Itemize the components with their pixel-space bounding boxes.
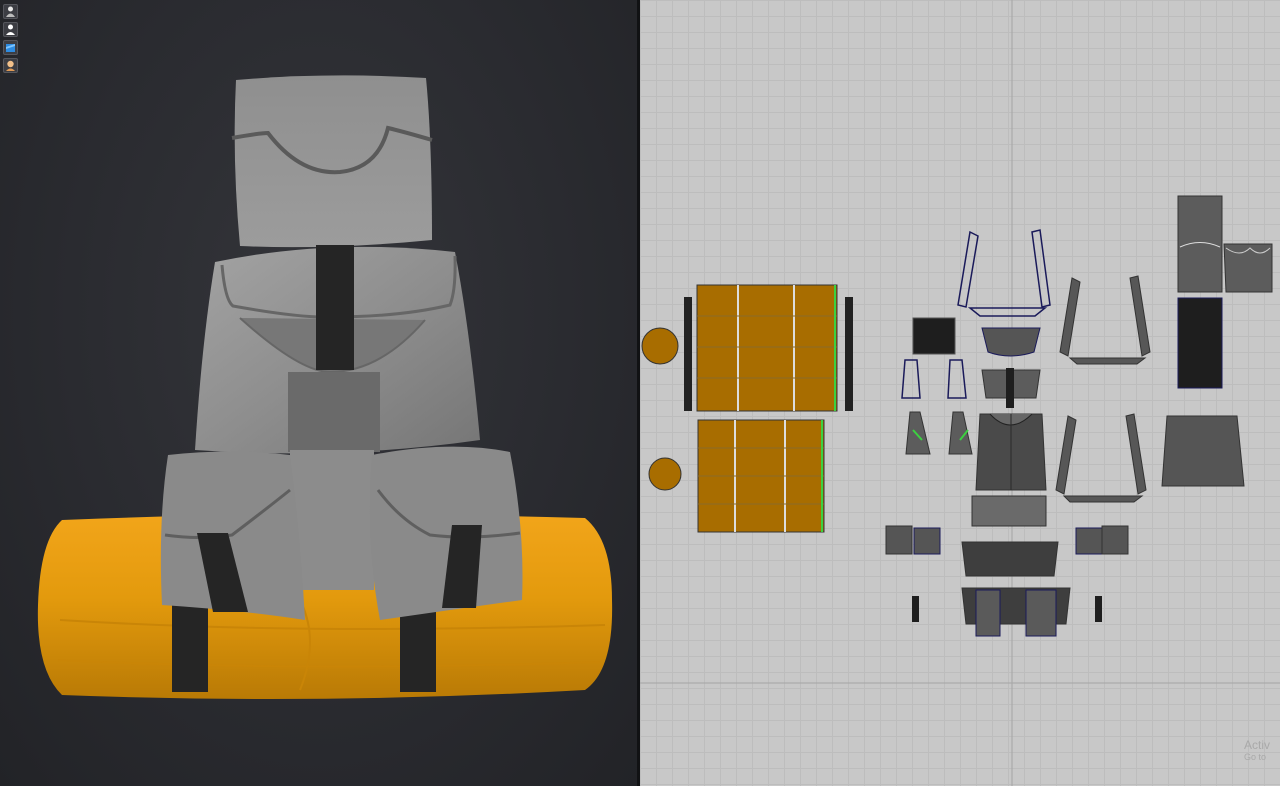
pattern-piece-bedroll-body[interactable] xyxy=(696,284,838,412)
watermark-line-2: Go to xyxy=(1244,752,1267,762)
pattern-piece-tab-3[interactable] xyxy=(1075,527,1103,555)
pattern-piece-tab-4[interactable] xyxy=(1101,525,1129,555)
center-bottom-panel xyxy=(290,450,374,590)
pattern-piece-bottom-inset-right[interactable] xyxy=(1025,589,1057,637)
pattern-piece-center-strap[interactable] xyxy=(1006,368,1014,408)
pattern-piece-small-strap-left[interactable] xyxy=(912,596,919,622)
pattern-piece-side-frame-1[interactable] xyxy=(1059,275,1151,365)
pattern-piece-bottom-1[interactable] xyxy=(961,541,1059,577)
pattern-piece-center-lower[interactable] xyxy=(971,495,1047,527)
pattern-piece-top-flap[interactable] xyxy=(912,317,956,355)
pattern-piece-top-frame[interactable] xyxy=(957,229,1051,317)
pattern-piece-side-right[interactable] xyxy=(947,359,967,399)
pattern-piece-side-left[interactable] xyxy=(901,359,921,399)
pattern-piece-bottom-inset-left[interactable] xyxy=(975,589,1001,637)
backpack-3d-model[interactable] xyxy=(0,0,637,786)
pattern-piece-bottom-flap[interactable] xyxy=(1161,415,1245,487)
pattern-pieces-canvas[interactable] xyxy=(640,0,1280,786)
backpack-main-body xyxy=(195,245,480,454)
pattern-piece-side-frame-2[interactable] xyxy=(1055,413,1147,503)
pattern-piece-pocket-side-right[interactable] xyxy=(948,411,973,455)
pattern-piece-strap[interactable] xyxy=(845,297,853,411)
pattern-piece-back-pad[interactable] xyxy=(1177,297,1223,389)
pattern-piece-small-strap-right[interactable] xyxy=(1095,596,1102,622)
top-roll xyxy=(231,75,433,248)
pattern-piece-bedroll-end-2[interactable] xyxy=(648,457,682,491)
bedroll-strap-left xyxy=(172,600,208,692)
3d-viewport[interactable] xyxy=(0,0,637,786)
pattern-piece-bedroll-end-1[interactable] xyxy=(641,327,679,365)
right-pocket xyxy=(369,446,523,620)
pattern-piece-pocket-side-left[interactable] xyxy=(905,411,931,455)
pattern-piece-tab-2[interactable] xyxy=(913,527,941,555)
pattern-piece-bedroll-inner[interactable] xyxy=(697,419,825,533)
pattern-piece-back-panel[interactable] xyxy=(1177,195,1223,293)
left-pocket xyxy=(160,451,305,620)
activation-watermark: Activ Go to xyxy=(1244,738,1274,762)
2d-pattern-window[interactable]: Activ Go to xyxy=(640,0,1280,786)
pattern-piece-strap[interactable] xyxy=(684,297,692,411)
watermark-line-1: Activ xyxy=(1244,738,1271,752)
pattern-piece-center-1[interactable] xyxy=(981,327,1041,357)
pattern-piece-tab-1[interactable] xyxy=(885,525,913,555)
